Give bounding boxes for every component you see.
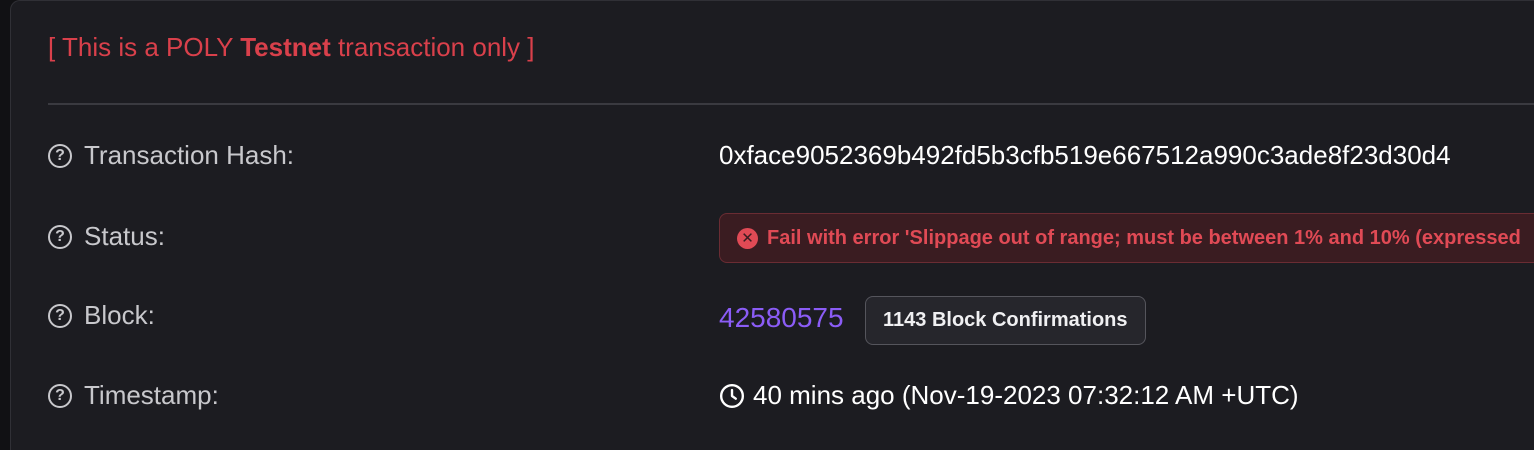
testnet-notice-prefix: [ This is a POLY	[48, 32, 241, 62]
status-message: Fail with error 'Slippage out of range; …	[767, 226, 1521, 249]
timestamp-label: ? Timestamp:	[48, 380, 219, 411]
question-circle-icon[interactable]: ?	[48, 383, 72, 408]
timestamp-value-row: 40 mins ago (Nov-19-2023 07:32:12 AM +UT…	[719, 380, 1299, 411]
transaction-hash-label-text: Transaction Hash:	[84, 140, 295, 170]
clock-icon	[719, 383, 745, 408]
testnet-notice-highlight: Testnet	[240, 32, 331, 62]
status-badge: ✕ Fail with error 'Slippage out of range…	[719, 213, 1534, 263]
status-label: ? Status:	[48, 221, 165, 252]
block-number-link[interactable]: 42580575	[719, 302, 844, 334]
block-confirmations-badge: 1143 Block Confirmations	[865, 296, 1146, 345]
timestamp-value: 40 mins ago (Nov-19-2023 07:32:12 AM +UT…	[753, 380, 1299, 410]
transaction-hash-label: ? Transaction Hash:	[48, 140, 294, 171]
divider	[48, 103, 1534, 105]
block-label-text: Block:	[84, 300, 155, 330]
question-circle-icon[interactable]: ?	[48, 143, 72, 168]
question-circle-icon[interactable]: ?	[48, 303, 72, 328]
testnet-notice-suffix: transaction only ]	[330, 32, 535, 62]
status-label-text: Status:	[84, 221, 165, 251]
transaction-hash-value: 0xface9052369b492fd5b3cfb519e667512a990c…	[719, 140, 1451, 170]
x-circle-icon: ✕	[737, 227, 758, 249]
block-label: ? Block:	[48, 300, 155, 331]
testnet-notice: [ This is a POLY Testnet transaction onl…	[48, 32, 535, 63]
timestamp-label-text: Timestamp:	[84, 380, 219, 410]
question-circle-icon[interactable]: ?	[48, 224, 72, 249]
